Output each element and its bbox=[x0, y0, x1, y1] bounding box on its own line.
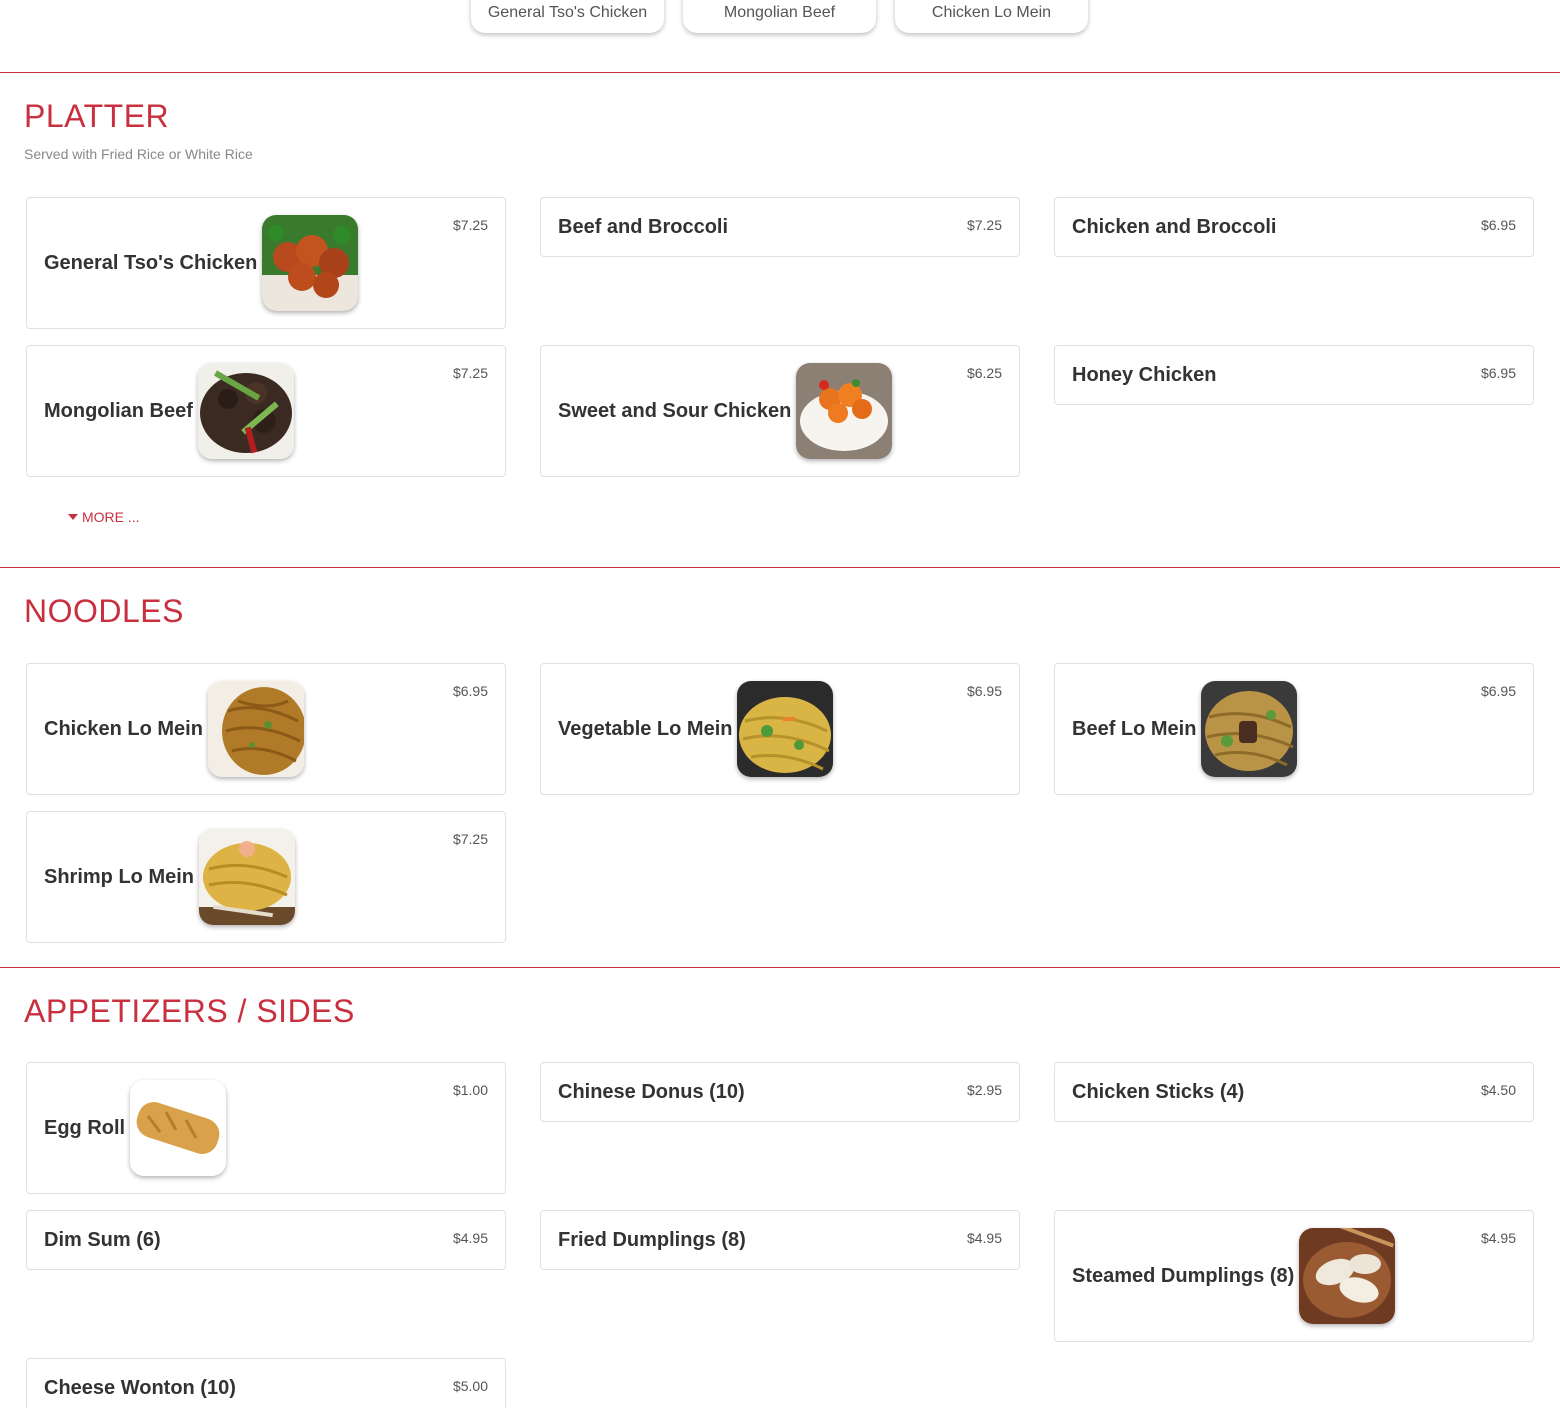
menu-item-price: $6.95 bbox=[966, 683, 1002, 699]
menu-item-price: $4.95 bbox=[1480, 1230, 1516, 1246]
egg-roll-photo bbox=[130, 1080, 227, 1176]
menu-item-card[interactable]: Fried Dumplings (8) $4.95 bbox=[540, 1210, 1020, 1270]
menu-item-card[interactable]: Beef and Broccoli $7.25 bbox=[540, 197, 1020, 257]
menu-item-card[interactable]: Chicken Lo Mein $6.95 bbox=[26, 663, 506, 795]
sweet-and-sour-chicken-photo bbox=[796, 363, 893, 459]
menu-item-card[interactable]: Vegetable Lo Mein $6.95 bbox=[540, 663, 1020, 795]
menu-item-card[interactable]: Steamed Dumplings (8) $4.95 bbox=[1054, 1210, 1534, 1342]
general-tsos-chicken-photo bbox=[262, 215, 359, 311]
menu-item-name: Mongolian Beef bbox=[44, 399, 193, 422]
menu-item-price: $4.95 bbox=[452, 1230, 488, 1246]
chicken-lo-mein-photo bbox=[207, 681, 304, 777]
menu-item-card[interactable]: Mongolian Beef $7.25 bbox=[26, 345, 506, 477]
menu-item-card[interactable]: Chicken Sticks (4) $4.50 bbox=[1054, 1062, 1534, 1122]
section-subtitle-platter: Served with Fried Rice or White Rice bbox=[24, 146, 253, 162]
mongolian-beef-photo bbox=[197, 363, 294, 459]
menu-item-price: $2.95 bbox=[966, 1082, 1002, 1098]
menu-item-name: Honey Chicken bbox=[1072, 363, 1217, 386]
section-divider bbox=[0, 967, 1560, 968]
menu-item-card[interactable]: Shrimp Lo Mein $7.25 bbox=[26, 811, 506, 943]
vegetable-lo-mein-photo bbox=[737, 681, 834, 777]
more-button[interactable]: MORE ... bbox=[68, 509, 140, 525]
menu-item-name: Cheese Wonton (10) bbox=[44, 1376, 236, 1399]
menu-item-price: $6.95 bbox=[452, 683, 488, 699]
top-tab-chicken-lo-mein[interactable]: Chicken Lo Mein bbox=[895, 0, 1088, 33]
menu-item-price: $7.25 bbox=[452, 831, 488, 847]
menu-item-price: $7.25 bbox=[452, 217, 488, 233]
menu-item-price: $7.25 bbox=[966, 217, 1002, 233]
top-tabs-bar: General Tso's Chicken Mongolian Beef Chi… bbox=[0, 0, 1560, 73]
menu-item-price: $6.25 bbox=[966, 365, 1002, 381]
menu-item-card[interactable]: Sweet and Sour Chicken $6.25 bbox=[540, 345, 1020, 477]
menu-item-name: General Tso's Chicken bbox=[44, 251, 258, 274]
top-tab-mongolian-beef[interactable]: Mongolian Beef bbox=[683, 0, 876, 33]
beef-lo-mein-photo bbox=[1201, 681, 1298, 777]
menu-item-name: Shrimp Lo Mein bbox=[44, 865, 194, 888]
menu-item-price: $4.50 bbox=[1480, 1082, 1516, 1098]
menu-item-price: $4.95 bbox=[966, 1230, 1002, 1246]
more-label: MORE ... bbox=[82, 509, 140, 525]
menu-item-name: Steamed Dumplings (8) bbox=[1072, 1264, 1295, 1287]
menu-item-price: $1.00 bbox=[452, 1082, 488, 1098]
menu-item-price: $6.95 bbox=[1480, 683, 1516, 699]
menu-item-price: $6.95 bbox=[1480, 217, 1516, 233]
menu-item-card[interactable]: Dim Sum (6) $4.95 bbox=[26, 1210, 506, 1270]
menu-item-card[interactable]: General Tso's Chicken $7.25 bbox=[26, 197, 506, 329]
menu-item-name: Beef and Broccoli bbox=[558, 215, 729, 238]
top-tab-general-tsos-chicken[interactable]: General Tso's Chicken bbox=[471, 0, 664, 33]
menu-item-name: Chicken Lo Mein bbox=[44, 717, 203, 740]
menu-item-price: $5.00 bbox=[452, 1378, 488, 1394]
menu-item-card[interactable]: Honey Chicken $6.95 bbox=[1054, 345, 1534, 405]
menu-item-name: Chicken Sticks (4) bbox=[1072, 1080, 1245, 1103]
menu-item-card[interactable]: Beef Lo Mein $6.95 bbox=[1054, 663, 1534, 795]
section-title-platter: PLATTER bbox=[24, 98, 170, 134]
menu-item-name: Fried Dumplings (8) bbox=[558, 1228, 746, 1251]
section-title-appetizers: APPETIZERS / SIDES bbox=[24, 993, 355, 1029]
menu-item-price: $6.95 bbox=[1480, 365, 1516, 381]
menu-item-card[interactable]: Chicken and Broccoli $6.95 bbox=[1054, 197, 1534, 257]
shrimp-lo-mein-photo bbox=[199, 829, 295, 925]
menu-item-name: Beef Lo Mein bbox=[1072, 717, 1197, 740]
menu-item-card[interactable]: Egg Roll $1.00 bbox=[26, 1062, 506, 1194]
menu-item-name: Vegetable Lo Mein bbox=[558, 717, 733, 740]
menu-item-price: $7.25 bbox=[452, 365, 488, 381]
menu-item-name: Egg Roll bbox=[44, 1116, 126, 1139]
section-divider bbox=[0, 567, 1560, 568]
menu-item-name: Chicken and Broccoli bbox=[1072, 215, 1277, 238]
menu-item-name: Chinese Donus (10) bbox=[558, 1080, 745, 1103]
menu-item-name: Dim Sum (6) bbox=[44, 1228, 161, 1251]
caret-down-icon bbox=[68, 514, 78, 520]
section-title-noodles: NOODLES bbox=[24, 593, 184, 629]
menu-item-card[interactable]: Cheese Wonton (10) $5.00 bbox=[26, 1358, 506, 1408]
menu-item-card[interactable]: Chinese Donus (10) $2.95 bbox=[540, 1062, 1020, 1122]
menu-item-name: Sweet and Sour Chicken bbox=[558, 399, 792, 422]
steamed-dumplings-photo bbox=[1299, 1228, 1396, 1324]
